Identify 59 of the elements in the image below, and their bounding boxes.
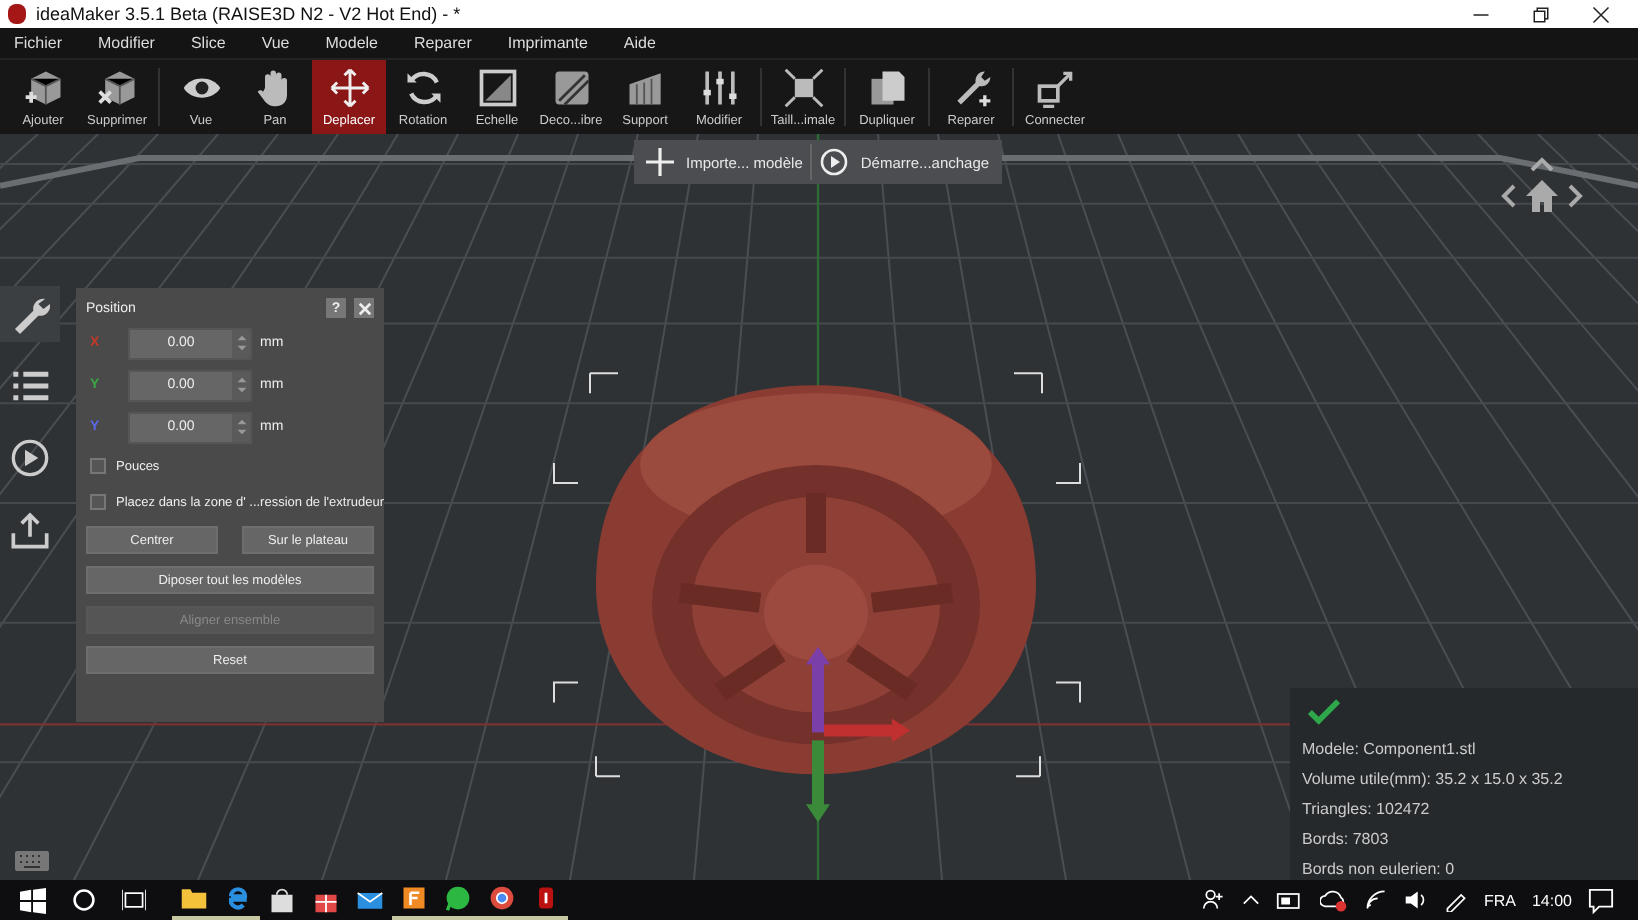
menu-item[interactable]: Aide bbox=[623, 34, 668, 52]
info-text: Modele: Component1.stl bbox=[1302, 738, 1478, 762]
close-icon[interactable] bbox=[1592, 5, 1610, 23]
menu-item[interactable]: Slice bbox=[190, 34, 238, 52]
upload-icon bbox=[10, 510, 50, 550]
wifi-icon[interactable] bbox=[1363, 888, 1388, 912]
search-icon[interactable] bbox=[72, 888, 96, 912]
chevron-right-icon[interactable] bbox=[1568, 184, 1584, 208]
clock-text[interactable]: 14:00 bbox=[1531, 891, 1572, 909]
pen-icon[interactable] bbox=[1443, 888, 1468, 912]
language-indicator[interactable]: FRA bbox=[1483, 891, 1516, 909]
cube-icon bbox=[95, 66, 139, 110]
checkbox[interactable] bbox=[90, 458, 106, 474]
keyboard-icon[interactable] bbox=[14, 850, 50, 872]
close-icon bbox=[357, 301, 371, 315]
info-text: Triangles: 102472 bbox=[1302, 798, 1432, 822]
close-button[interactable] bbox=[354, 298, 374, 318]
checkbox[interactable] bbox=[90, 494, 106, 510]
cube-icon bbox=[21, 66, 65, 110]
connect-icon bbox=[1033, 66, 1077, 110]
info-text: Volume utile(mm): 35.2 x 15.0 x 35.2 bbox=[1302, 768, 1565, 792]
menu-item[interactable]: Reparer bbox=[414, 34, 484, 52]
mail-icon bbox=[356, 886, 384, 914]
restore-icon[interactable] bbox=[1532, 5, 1550, 23]
menu-item[interactable]: Fichier bbox=[14, 34, 75, 52]
wrench-icon bbox=[10, 294, 50, 334]
people-icon[interactable] bbox=[1201, 888, 1226, 912]
task-view-icon[interactable] bbox=[122, 888, 146, 912]
windows-start-icon[interactable] bbox=[20, 887, 46, 913]
side-tab[interactable] bbox=[0, 286, 60, 342]
cloud-icon[interactable] bbox=[1319, 889, 1348, 911]
play-circle-icon bbox=[820, 148, 849, 176]
plus-icon bbox=[646, 148, 674, 176]
chat-bubble-icon bbox=[444, 884, 472, 912]
browser-e-icon bbox=[224, 884, 252, 912]
list-icon bbox=[10, 366, 50, 406]
move-gizmo-drawing[interactable] bbox=[806, 646, 910, 823]
menu-item[interactable]: Vue bbox=[261, 34, 302, 52]
info-text: Bords non eulerien: 0 bbox=[1302, 858, 1457, 880]
info-text: Bords: 7803 bbox=[1302, 828, 1391, 852]
chevron-left-icon[interactable] bbox=[1500, 184, 1516, 208]
browser-circle-icon bbox=[488, 884, 516, 912]
menu-item[interactable]: Imprimante bbox=[507, 34, 600, 52]
move-arrows-icon bbox=[327, 66, 371, 110]
home-icon[interactable] bbox=[1524, 178, 1560, 214]
menu-item[interactable]: Modele bbox=[325, 34, 390, 52]
app-logo-icon bbox=[8, 4, 26, 24]
play-circle-icon bbox=[10, 438, 50, 478]
shopping-bag-icon bbox=[268, 886, 296, 914]
maximize-icon bbox=[781, 66, 825, 110]
checkmark-icon bbox=[1306, 696, 1342, 726]
folder-icon bbox=[180, 884, 208, 912]
scale-icon bbox=[475, 66, 519, 110]
notifications-icon[interactable] bbox=[1588, 887, 1614, 913]
window-title: ideaMaker 3.5.1 Beta (RAISE3D N2 - V2 Hot End) - * bbox=[36, 4, 463, 24]
menu-item[interactable]: Modifier bbox=[98, 34, 167, 52]
battery-icon[interactable] bbox=[1275, 891, 1304, 909]
app-tile-icon bbox=[400, 884, 428, 912]
volume-icon[interactable] bbox=[1403, 888, 1428, 912]
